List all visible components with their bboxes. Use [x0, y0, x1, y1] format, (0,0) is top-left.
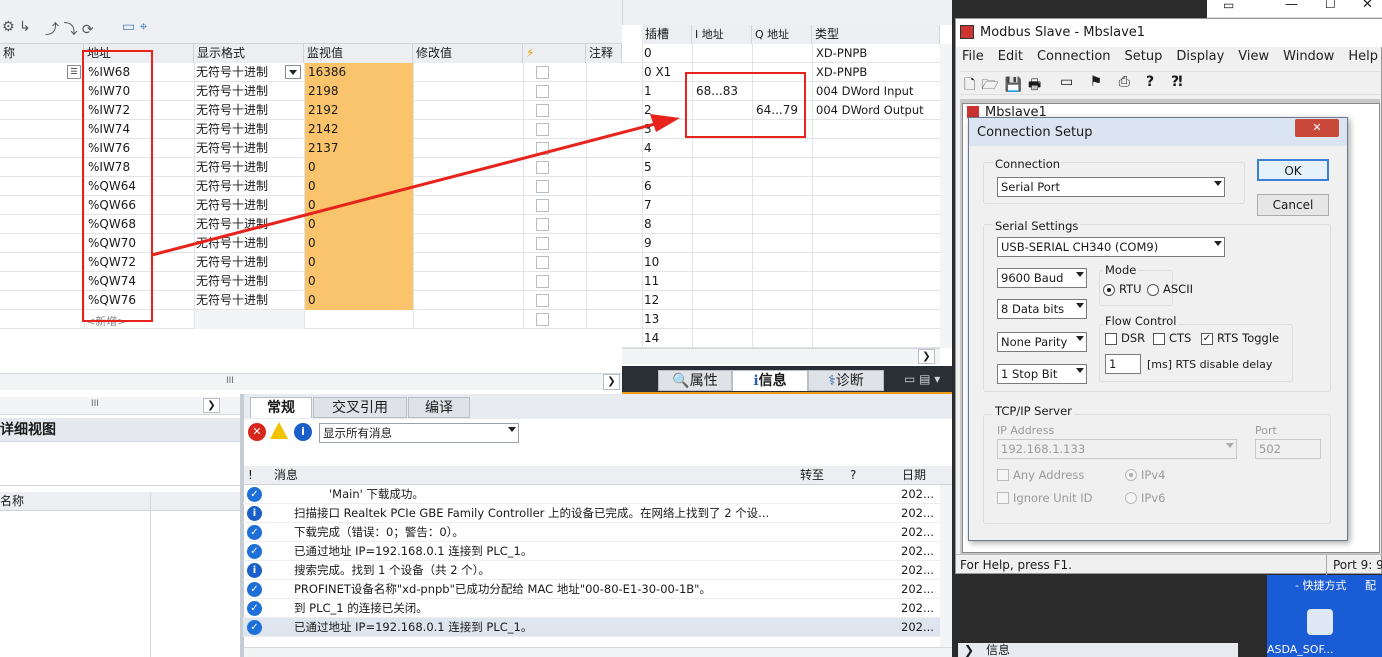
modbus-statusbar: For Help, press F1. Port 9: 96: [956, 554, 1382, 575]
menu-item-help[interactable]: Help: [1348, 49, 1378, 64]
connection-setup-dialog: Connection Setup ✕ Connection Serial Por…: [968, 117, 1348, 541]
rts-toggle-checkbox[interactable]: ✓: [1201, 333, 1213, 345]
menu-item-connection[interactable]: Connection: [1037, 49, 1111, 64]
com-port-select[interactable]: USB-SERIAL CH340 (COM9): [997, 237, 1225, 257]
any-address-checkbox[interactable]: [997, 469, 1009, 481]
rtu-radio[interactable]: [1103, 284, 1115, 296]
dialog-titlebar: Connection Setup ✕: [969, 118, 1347, 146]
minimize-icon[interactable]: —: [1285, 0, 1298, 12]
dialog-title: Connection Setup: [977, 125, 1093, 140]
cancel-button[interactable]: Cancel: [1257, 194, 1329, 216]
ip-address-select[interactable]: 192.168.1.133: [997, 439, 1237, 459]
tcp-port-input[interactable]: 502: [1255, 439, 1321, 459]
bottom-info-bar: ❯ 信息: [958, 643, 1238, 657]
close-icon[interactable]: ✕: [1362, 0, 1373, 12]
toolbar-file-icons[interactable]: 🗋🗁💾🖶: [964, 74, 1047, 98]
ok-button[interactable]: OK: [1257, 159, 1329, 181]
modbus-app-icon: [960, 25, 974, 39]
menu-item-file[interactable]: File: [962, 49, 984, 64]
connection-select[interactable]: Serial Port: [997, 177, 1225, 197]
maximize-icon[interactable]: ☐: [1325, 0, 1336, 11]
restore-icon[interactable]: ▭: [1223, 0, 1234, 12]
databits-select[interactable]: 8 Data bits: [997, 299, 1087, 319]
dialog-close-icon[interactable]: ✕: [1295, 119, 1339, 137]
ipv4-radio[interactable]: [1125, 469, 1137, 481]
asda-soft-icon[interactable]: [1307, 609, 1333, 635]
menu-item-view[interactable]: View: [1238, 49, 1269, 64]
menu-item-window[interactable]: Window: [1283, 49, 1334, 64]
menu-item-display[interactable]: Display: [1176, 49, 1224, 64]
parity-select[interactable]: None Parity: [997, 332, 1087, 352]
cts-checkbox[interactable]: [1153, 333, 1165, 345]
help-icon[interactable]: ? ⁈: [1146, 74, 1189, 90]
stopbit-select[interactable]: 1 Stop Bit: [997, 364, 1087, 384]
toolbar-window-icons[interactable]: ▭ ⚑ ⎙: [1060, 74, 1136, 90]
dsr-checkbox[interactable]: [1105, 333, 1117, 345]
baud-select[interactable]: 9600 Baud: [997, 268, 1087, 288]
modbus-toolbar: 🗋🗁💾🖶 ▭ ⚑ ⎙ ? ⁈: [960, 71, 1380, 95]
ipv6-radio[interactable]: [1125, 492, 1137, 504]
menu-item-edit[interactable]: Edit: [998, 49, 1023, 64]
top-window-titlebar: ▭ — ☐ ✕: [1207, 0, 1382, 18]
rts-delay-input[interactable]: 1: [1105, 354, 1141, 374]
modbus-title: Modbus Slave - Mbslave1: [980, 25, 1146, 40]
modbus-titlebar: Modbus Slave - Mbslave1: [956, 19, 1382, 47]
ignore-unit-id-checkbox[interactable]: [997, 492, 1009, 504]
menu-item-setup[interactable]: Setup: [1125, 49, 1163, 64]
ascii-radio[interactable]: [1147, 284, 1159, 296]
modbus-menubar: File Edit Connection Setup Display View Window…: [962, 49, 1382, 69]
desktop-shortcut-area: - 快捷方式 配 ASDA_SOF...: [1267, 575, 1382, 657]
